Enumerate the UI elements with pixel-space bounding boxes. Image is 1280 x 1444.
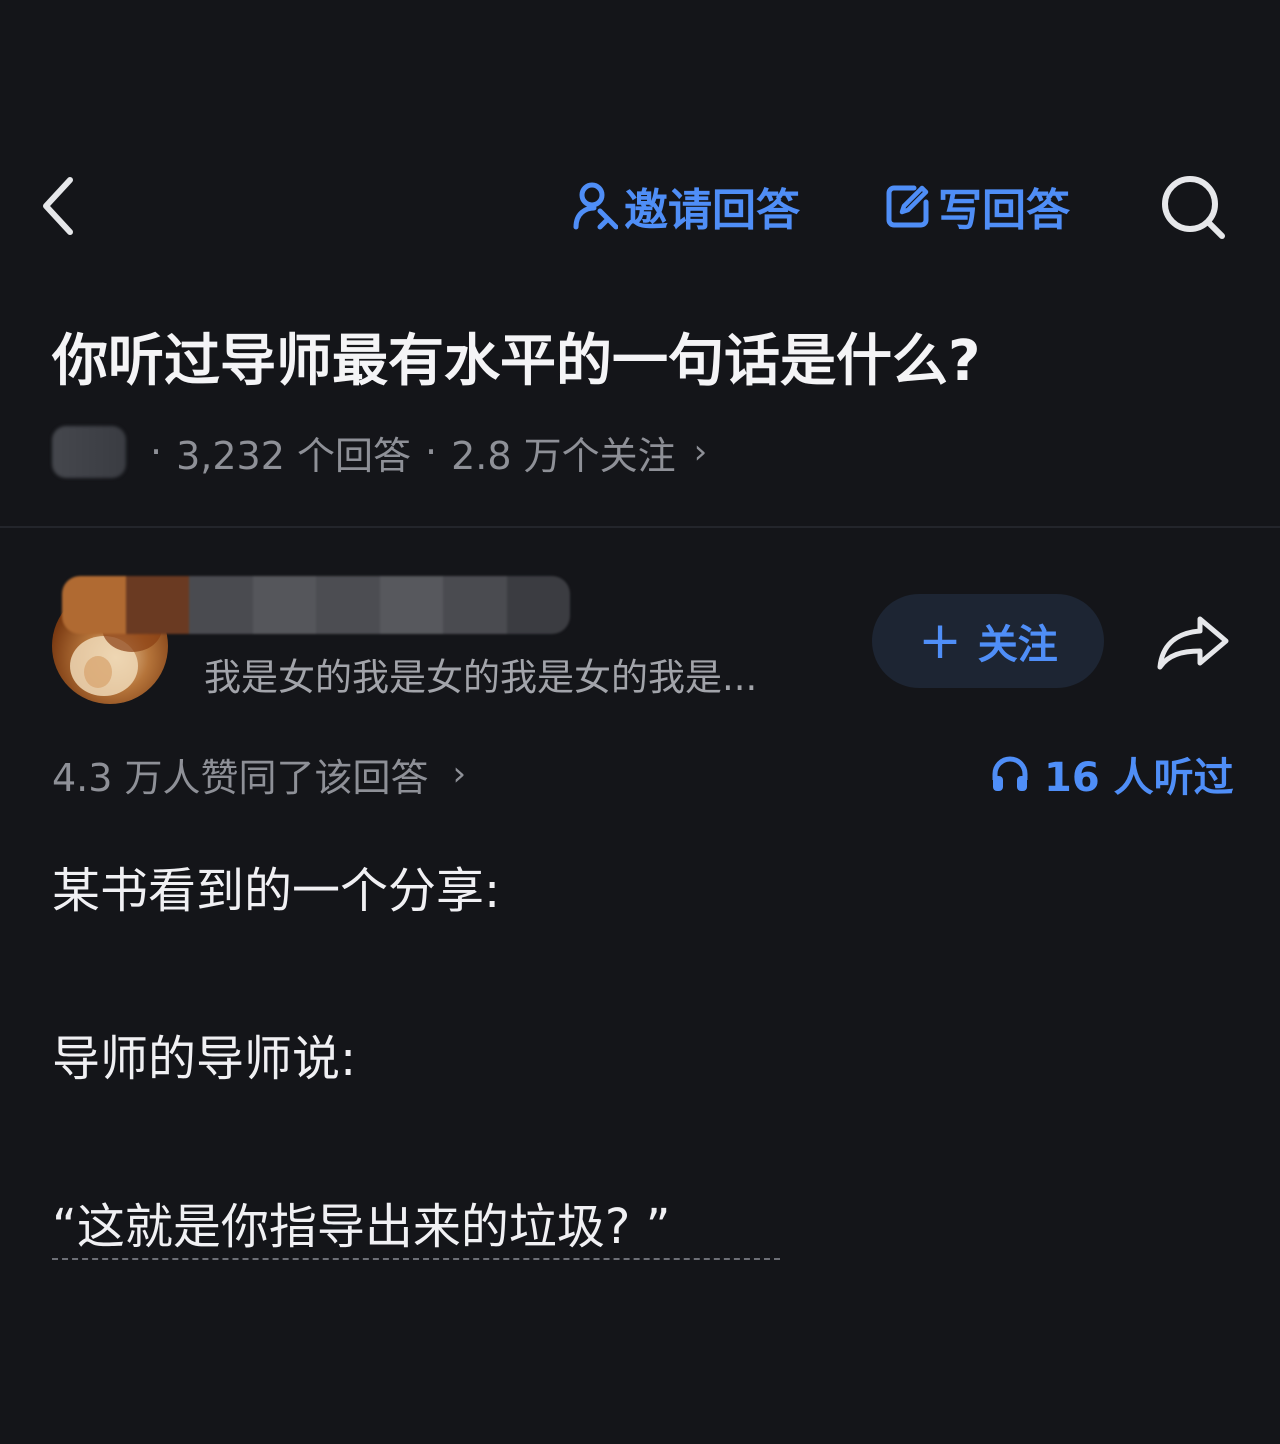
share-button[interactable] bbox=[1150, 604, 1236, 680]
plus-icon: + bbox=[918, 611, 962, 671]
write-answer-button[interactable]: 写回答 bbox=[884, 176, 1070, 236]
invite-answer-label: 邀请回答 bbox=[624, 185, 800, 236]
question-meta[interactable]: · 3,232 个回答 · 2.8 万个关注 › bbox=[52, 424, 707, 480]
listen-count: 16 人听过 bbox=[1044, 755, 1234, 801]
write-answer-label: 写回答 bbox=[938, 185, 1070, 236]
back-button[interactable] bbox=[40, 168, 100, 244]
back-chevron-icon bbox=[43, 177, 73, 235]
listen-count-button[interactable]: 16 人听过 bbox=[990, 746, 1234, 802]
author-bio: 我是女的我是女的我是女的我是... bbox=[204, 656, 758, 699]
follow-label: 关注 bbox=[977, 622, 1058, 668]
chevron-right-icon: › bbox=[693, 432, 708, 472]
headphones-icon bbox=[992, 756, 1028, 791]
answer-body-line: 某书看到的一个分享: bbox=[52, 863, 501, 919]
question-title[interactable]: 你听过导师最有水平的一句话是什么? bbox=[52, 326, 1232, 398]
agree-count: 4.3 万人赞同了该回答 bbox=[52, 755, 429, 800]
meta-separator: · bbox=[424, 430, 438, 474]
follow-button[interactable]: + 关注 bbox=[872, 594, 1104, 688]
agree-count-link[interactable]: 4.3 万人赞同了该回答 › bbox=[52, 746, 466, 802]
search-icon bbox=[1162, 176, 1225, 239]
invite-answer-button[interactable]: 邀请回答 bbox=[572, 176, 800, 236]
followers-count: 2.8 万个关注 bbox=[451, 433, 676, 478]
share-arrow-icon bbox=[1157, 616, 1229, 670]
chevron-right-icon: › bbox=[452, 754, 467, 794]
meta-separator: · bbox=[150, 430, 163, 474]
person-invite-icon bbox=[573, 182, 618, 230]
search-button[interactable] bbox=[1156, 170, 1230, 244]
quote-dashed-underline bbox=[52, 1258, 780, 1260]
section-divider bbox=[0, 526, 1280, 528]
edit-icon bbox=[886, 185, 929, 228]
author-name-redacted[interactable] bbox=[62, 576, 570, 634]
question-topic-tag-redacted bbox=[52, 426, 126, 478]
answer-body-line: 导师的导师说: bbox=[52, 1031, 357, 1087]
answer-body-quote[interactable]: “这就是你指导出来的垃圾? ” bbox=[52, 1194, 670, 1260]
answers-count: 3,232 个回答 bbox=[176, 433, 411, 478]
